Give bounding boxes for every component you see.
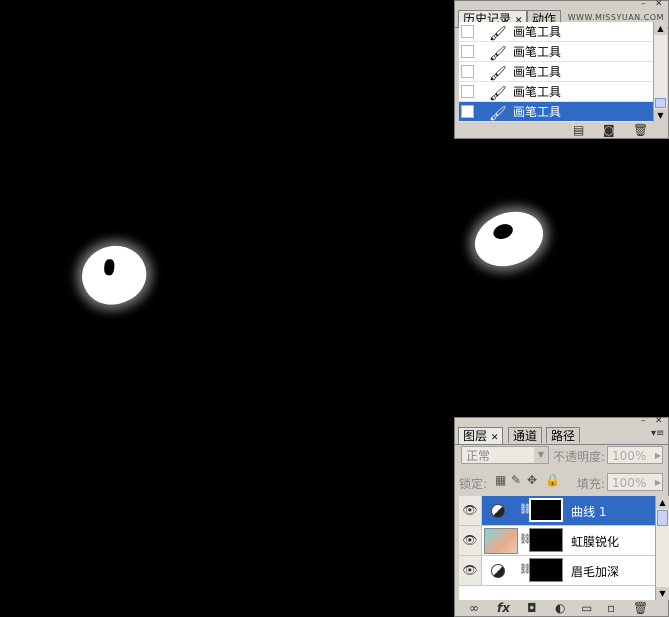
new-document-icon[interactable]: ▤ — [573, 123, 584, 137]
layers-titlebar: – ✕ — [455, 416, 668, 426]
layer-row-selected[interactable]: 👁 ⛓ 曲线 1 — [459, 496, 655, 526]
white-mask-blob-right — [467, 202, 551, 276]
lock-brush-icon[interactable]: ✎ — [511, 473, 521, 487]
history-panel: – ✕ 历史记录 ✕ 动作 WWW.MISSYUAN.COM 🖌 画笔工具 🖌 … — [454, 0, 669, 139]
history-scrollbar[interactable]: ▲ ▼ — [653, 22, 667, 122]
trash-icon[interactable]: 🗑 — [633, 123, 648, 137]
scroll-up-icon[interactable]: ▲ — [656, 496, 669, 509]
chevron-right-icon: ▶ — [654, 478, 661, 487]
folder-icon[interactable]: ▭ — [581, 601, 592, 615]
opacity-field[interactable]: 100% ▶ — [607, 446, 663, 464]
eye-icon[interactable]: 👁 — [459, 526, 482, 555]
history-item-selected[interactable]: 🖌 画笔工具 — [459, 102, 653, 122]
layers-panel: – ✕ 图层 ✕ 通道 路径 ▾≡ 正常 ▼ 不透明度: 100% ▶ 锁定: … — [454, 416, 669, 617]
lock-all-icon[interactable]: 🔒 — [545, 473, 560, 487]
layers-footer: ∞ fx ◘ ◐ ▭ ▫ 🗑 — [455, 600, 668, 616]
watermark-text: WWW.MISSYUAN.COM — [567, 13, 664, 22]
tab-layers[interactable]: 图层 ✕ — [458, 427, 504, 444]
history-checkbox[interactable] — [461, 85, 474, 98]
scroll-thumb[interactable] — [657, 510, 668, 526]
history-checkbox[interactable] — [461, 25, 474, 38]
history-item[interactable]: 🖌 画笔工具 — [459, 82, 653, 102]
fx-icon[interactable]: fx — [497, 601, 510, 615]
history-list: 🖌 画笔工具 🖌 画笔工具 🖌 画笔工具 🖌 画笔工具 🖌 画笔工具 — [459, 22, 653, 122]
layer-row[interactable]: 👁 ⛓ 眉毛加深 — [459, 556, 655, 586]
eye-icon[interactable]: 👁 — [459, 496, 482, 525]
close-icon[interactable]: ✕ — [655, 0, 663, 9]
layer-thumbnail[interactable] — [484, 528, 518, 554]
close-icon[interactable]: ✕ — [655, 416, 663, 426]
layer-mask-thumbnail[interactable] — [529, 528, 563, 552]
new-layer-icon[interactable]: ▫ — [607, 601, 615, 615]
layer-row[interactable]: 👁 ⛓ 虹膜锐化 — [459, 526, 655, 556]
brush-icon: 🖌 — [489, 46, 507, 62]
layer-name: 眉毛加深 — [571, 565, 620, 579]
history-checkbox[interactable] — [461, 45, 474, 58]
trash-icon[interactable]: 🗑 — [633, 601, 648, 615]
chevron-right-icon: ▶ — [654, 451, 661, 460]
panel-menu-icon[interactable]: ▾≡ — [651, 428, 664, 439]
layers-tabstrip: 图层 ✕ 通道 路径 ▾≡ — [455, 426, 668, 445]
history-checkbox[interactable] — [461, 105, 474, 118]
lock-label: 锁定: — [459, 477, 488, 491]
mask-icon[interactable]: ◘ — [527, 601, 537, 615]
tab-paths[interactable]: 路径 — [546, 427, 581, 443]
layer-mask-thumbnail[interactable] — [529, 558, 563, 582]
blend-mode-select[interactable]: 正常 ▼ — [461, 446, 549, 464]
brush-icon: 🖌 — [489, 66, 507, 82]
camera-icon[interactable]: ◙ — [603, 123, 615, 137]
layers-scrollbar[interactable]: ▲ ▼ — [655, 496, 669, 600]
layers-list: 👁 ⛓ 曲线 1 👁 ⛓ 虹膜锐化 👁 ⛓ 眉毛加深 — [459, 496, 655, 600]
history-titlebar: – ✕ — [455, 0, 668, 9]
scroll-down-icon[interactable]: ▼ — [656, 587, 669, 600]
chevron-down-icon: ▼ — [534, 447, 548, 463]
layer-mask-thumbnail[interactable] — [529, 498, 563, 522]
brush-icon: 🖌 — [489, 86, 507, 102]
brush-icon: 🖌 — [489, 26, 507, 42]
white-mask-blob-left — [72, 235, 156, 315]
adjustment-layer-icon — [491, 504, 505, 518]
scroll-up-icon[interactable]: ▲ — [654, 22, 667, 35]
fill-label: 填充: — [577, 477, 606, 491]
history-footer: ▤ ◙ 🗑 — [455, 122, 668, 138]
minimize-icon[interactable]: – — [641, 0, 646, 9]
layer-name: 虹膜锐化 — [571, 535, 620, 549]
fill-field[interactable]: 100% ▶ — [607, 473, 663, 491]
history-item[interactable]: 🖌 画笔工具 — [459, 22, 653, 42]
link-icon[interactable]: ∞ — [469, 601, 479, 615]
opacity-label: 不透明度: — [553, 450, 606, 464]
scroll-down-icon[interactable]: ▼ — [654, 109, 667, 122]
adjustment-layer-icon — [491, 564, 505, 578]
tab-channels[interactable]: 通道 — [508, 427, 543, 443]
history-item[interactable]: 🖌 画笔工具 — [459, 42, 653, 62]
lock-transparent-icon[interactable]: ▦ — [495, 473, 506, 487]
eye-icon[interactable]: 👁 — [459, 556, 482, 585]
minimize-icon[interactable]: – — [641, 416, 646, 426]
adjustment-icon[interactable]: ◐ — [555, 601, 565, 615]
history-item[interactable]: 🖌 画笔工具 — [459, 62, 653, 82]
brush-icon: 🖌 — [489, 106, 507, 122]
lock-move-icon[interactable]: ✥ — [527, 473, 537, 487]
layer-name: 曲线 1 — [571, 505, 607, 519]
history-checkbox[interactable] — [461, 65, 474, 78]
scroll-thumb[interactable] — [655, 98, 666, 108]
